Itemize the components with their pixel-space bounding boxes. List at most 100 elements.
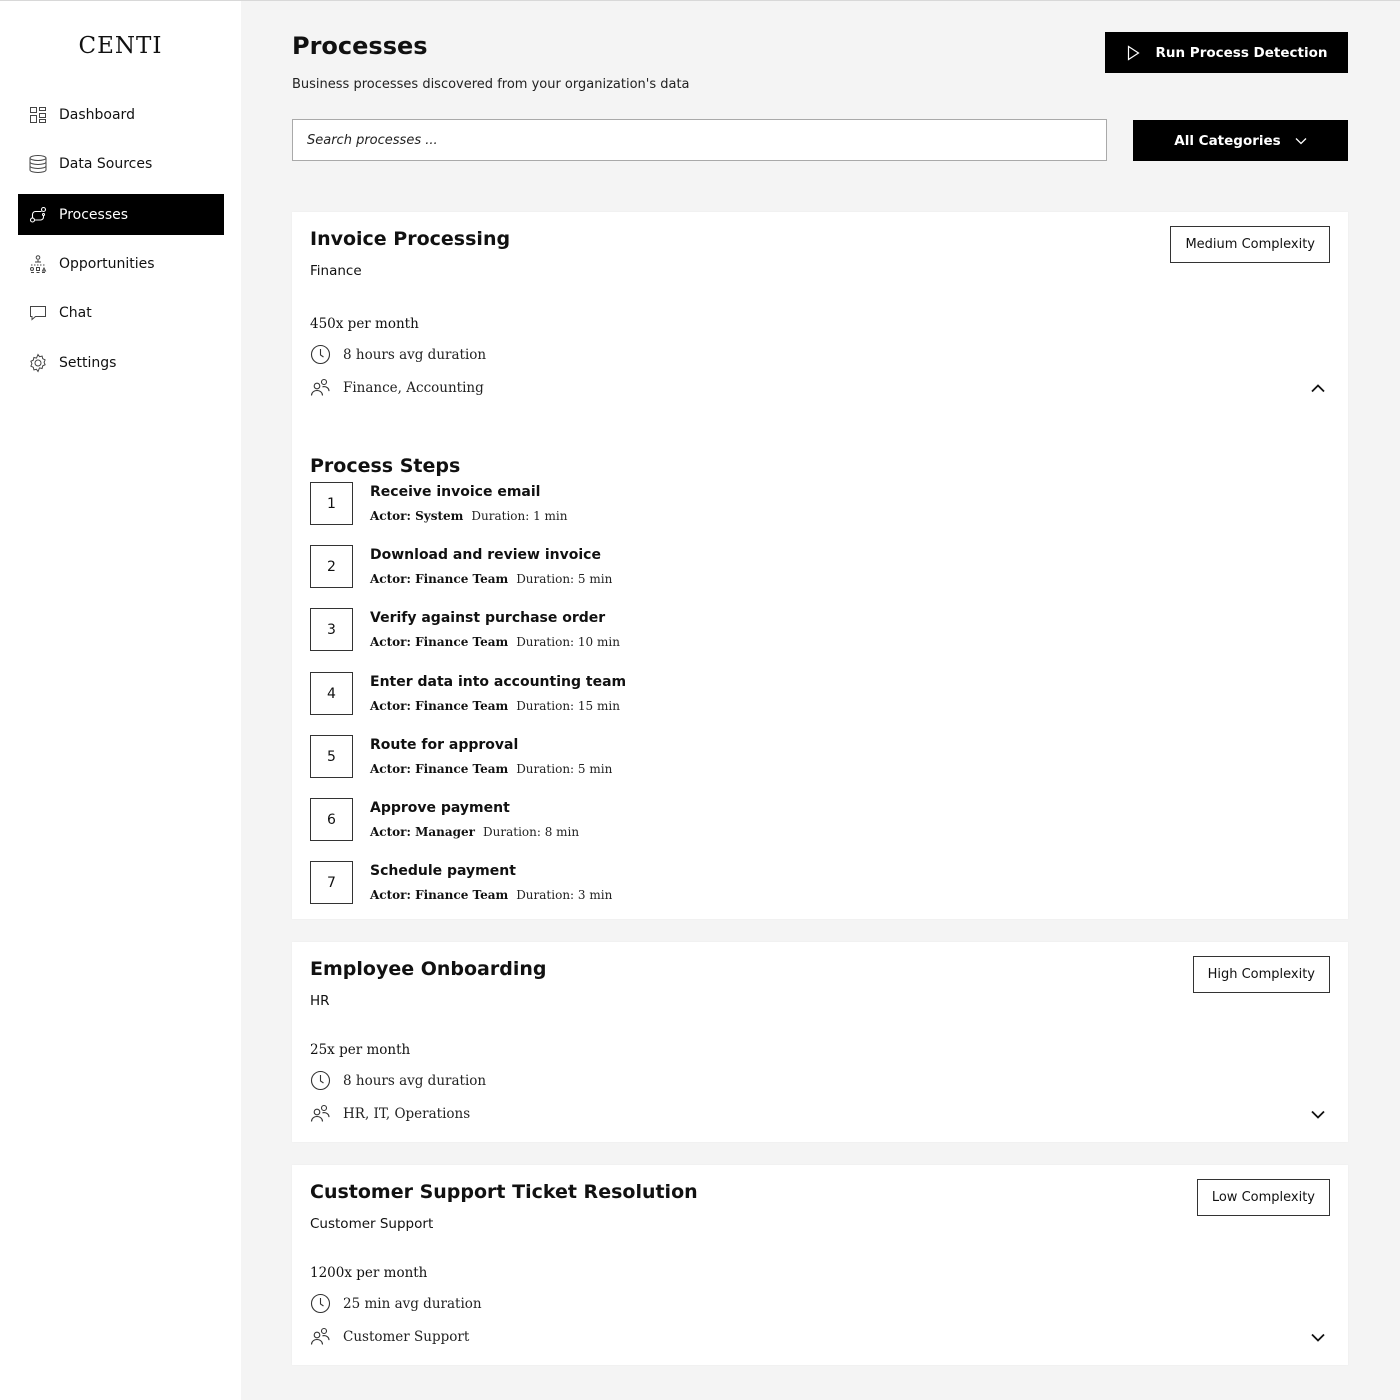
step-duration: Duration: 15 min xyxy=(516,699,620,713)
step-number: 2 xyxy=(310,545,353,588)
collapse-toggle[interactable] xyxy=(1308,378,1328,398)
process-title: Customer Support Ticket Resolution xyxy=(310,1181,698,1203)
complexity-badge: Medium Complexity xyxy=(1170,226,1330,263)
process-steps-title: Process Steps xyxy=(310,455,461,477)
process-duration-row: 8 hours avg duration xyxy=(310,344,486,365)
step-actor: Actor: Finance Team xyxy=(370,762,509,776)
step-number: 4 xyxy=(310,672,353,715)
category-dropdown[interactable]: All Categories xyxy=(1133,120,1348,161)
chevron-down-icon xyxy=(1311,1110,1325,1119)
step-number: 3 xyxy=(310,608,353,651)
process-category: HR xyxy=(310,993,330,1009)
step-name: Verify against purchase order xyxy=(370,610,606,626)
process-category: Finance xyxy=(310,263,362,279)
step-detail: Actor: Manager Duration: 8 min xyxy=(370,825,579,839)
process-card-customer-support: Customer Support Ticket Resolution Custo… xyxy=(292,1165,1348,1365)
process-duration: 8 hours avg duration xyxy=(343,1072,487,1089)
step-actor: Actor: Finance Team xyxy=(370,572,509,586)
app-logo: CENTI xyxy=(78,33,163,59)
process-step: 1 Receive invoice email Actor: System Dur… xyxy=(310,482,1010,526)
step-number: 1 xyxy=(310,482,353,525)
sidebar-item-processes[interactable]: Processes xyxy=(18,194,224,235)
complexity-badge: Low Complexity xyxy=(1196,1179,1330,1216)
process-duration-row: 8 hours avg duration xyxy=(310,1070,486,1091)
step-duration: Duration: 1 min xyxy=(471,509,568,523)
sidebar-item-label: Chat xyxy=(59,304,92,321)
step-name: Approve payment xyxy=(370,800,510,816)
sidebar-item-chat[interactable]: Chat xyxy=(18,292,224,333)
run-button-label: Run Process Detection xyxy=(1155,44,1328,61)
step-duration: Duration: 8 min xyxy=(483,825,580,839)
step-actor: Actor: Finance Team xyxy=(370,888,509,902)
step-actor: Actor: Manager xyxy=(370,825,475,839)
expand-toggle[interactable] xyxy=(1308,1327,1328,1347)
process-step: 2 Download and review invoice Actor: Fin… xyxy=(310,545,1010,589)
process-duration-row: 25 min avg duration xyxy=(310,1293,482,1314)
process-category: Customer Support xyxy=(310,1216,434,1232)
step-name: Route for approval xyxy=(370,737,519,753)
step-number: 7 xyxy=(310,861,353,904)
process-duration: 8 hours avg duration xyxy=(343,346,487,363)
process-step: 6 Approve payment Actor: Manager Duration… xyxy=(310,798,1010,842)
chevron-down-icon xyxy=(1295,137,1307,144)
step-detail: Actor: Finance Team Duration: 5 min xyxy=(370,762,612,776)
users-icon xyxy=(310,378,330,396)
complexity-badge: High Complexity xyxy=(1192,956,1330,993)
step-detail: Actor: Finance Team Duration: 5 min xyxy=(370,572,612,586)
process-frequency: 1200x per month xyxy=(310,1265,428,1281)
process-title: Invoice Processing xyxy=(310,228,511,250)
chat-icon xyxy=(28,303,48,323)
step-duration: Duration: 3 min xyxy=(516,888,613,902)
process-duration: 25 min avg duration xyxy=(343,1295,482,1312)
step-name: Enter data into accounting team xyxy=(370,674,627,690)
process-departments-row: Customer Support xyxy=(310,1326,469,1347)
opportunities-icon xyxy=(28,254,48,274)
clock-icon xyxy=(310,1070,331,1091)
process-departments-row: HR, IT, Operations xyxy=(310,1103,470,1124)
process-departments: Customer Support xyxy=(343,1328,470,1345)
sidebar-item-label: Dashboard xyxy=(59,106,135,123)
sidebar-item-opportunities[interactable]: Opportunities xyxy=(18,243,224,284)
step-detail: Actor: Finance Team Duration: 10 min xyxy=(370,635,620,649)
sidebar-item-dashboard[interactable]: Dashboard xyxy=(18,94,224,135)
process-frequency: 450x per month xyxy=(310,316,419,332)
step-detail: Actor: System Duration: 1 min xyxy=(370,509,567,523)
category-dropdown-label: All Categories xyxy=(1174,132,1281,149)
expand-toggle[interactable] xyxy=(1308,1104,1328,1124)
sidebar-item-data-sources[interactable]: Data Sources xyxy=(18,143,224,184)
sidebar: CENTI Dashboard Data Sources Processes O… xyxy=(0,1,241,1400)
clock-icon xyxy=(310,1293,331,1314)
page-subtitle: Business processes discovered from your … xyxy=(292,77,690,92)
step-duration: Duration: 5 min xyxy=(516,762,613,776)
process-departments-row: Finance, Accounting xyxy=(310,377,484,398)
chevron-down-icon xyxy=(1311,1333,1325,1342)
step-name: Receive invoice email xyxy=(370,484,541,500)
process-card-invoice-processing: Invoice Processing Finance Medium Comple… xyxy=(292,212,1348,919)
run-process-detection-button[interactable]: Run Process Detection xyxy=(1105,32,1348,73)
clock-icon xyxy=(310,344,331,365)
step-actor: Actor: System xyxy=(370,509,464,523)
play-icon xyxy=(1128,44,1141,61)
database-icon xyxy=(28,154,48,174)
step-duration: Duration: 5 min xyxy=(516,572,613,586)
process-step: 7 Schedule payment Actor: Finance Team Du… xyxy=(310,861,1010,905)
step-detail: Actor: Finance Team Duration: 15 min xyxy=(370,699,620,713)
process-icon xyxy=(28,205,48,225)
process-step: 5 Route for approval Actor: Finance Team… xyxy=(310,735,1010,779)
step-name: Download and review invoice xyxy=(370,547,601,563)
process-departments: HR, IT, Operations xyxy=(343,1105,471,1122)
users-icon xyxy=(310,1104,330,1122)
sidebar-item-label: Processes xyxy=(59,206,129,223)
page-title: Processes xyxy=(292,32,428,60)
step-actor: Actor: Finance Team xyxy=(370,635,509,649)
process-title: Employee Onboarding xyxy=(310,958,547,980)
process-departments: Finance, Accounting xyxy=(343,379,484,396)
step-detail: Actor: Finance Team Duration: 3 min xyxy=(370,888,612,902)
gear-icon xyxy=(28,352,48,373)
sidebar-item-settings[interactable]: Settings xyxy=(18,342,224,383)
process-frequency: 25x per month xyxy=(310,1042,411,1058)
users-icon xyxy=(310,1327,330,1345)
sidebar-item-label: Settings xyxy=(59,354,117,371)
search-input[interactable] xyxy=(292,119,1107,161)
process-card-employee-onboarding: Employee Onboarding HR High Complexity 2… xyxy=(292,942,1348,1142)
